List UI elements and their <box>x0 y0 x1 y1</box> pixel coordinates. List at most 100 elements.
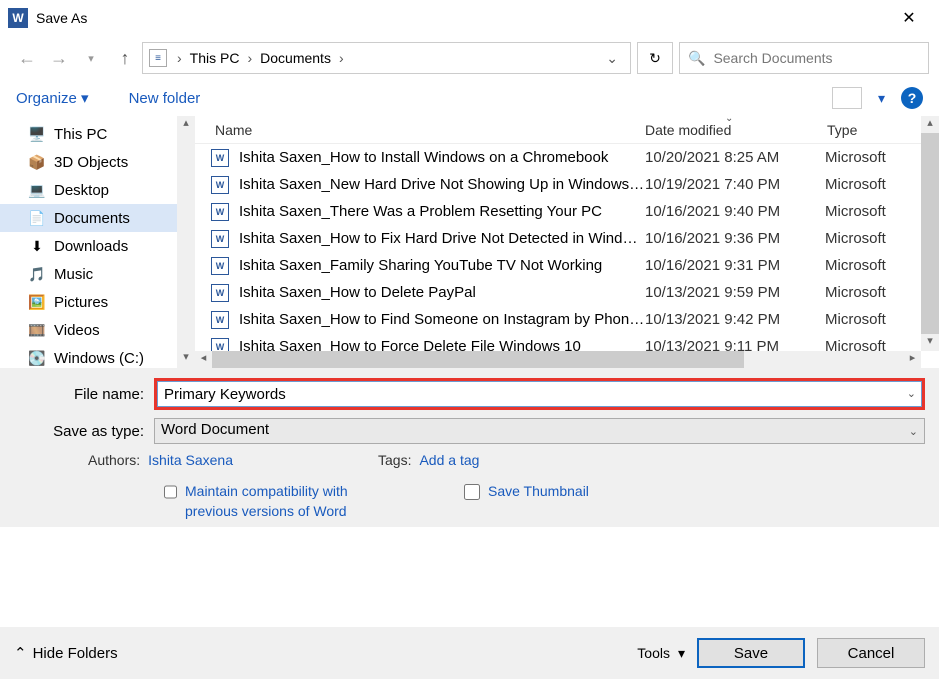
column-type[interactable]: Type <box>827 122 927 138</box>
toolbar: Organize ▾ New folder ▾ ? <box>0 80 939 116</box>
desktop-icon: 💻 <box>28 181 46 199</box>
forward-button: → <box>48 48 70 69</box>
main-area: 🖥️This PC📦3D Objects 💻 Desktop 📄 Documents ⬇D… <box>0 116 939 368</box>
filename-input[interactable] <box>157 381 922 407</box>
sidebar-item-windows-c-[interactable]: 💽 Windows (C:) <box>0 344 195 368</box>
titlebar: W Save As ✕ <box>0 0 939 36</box>
authors-value[interactable]: Ishita Saxena <box>148 452 233 468</box>
save-form: File name: ⌄ Save as type: Word Document… <box>0 368 939 527</box>
navigation-bar: ← → ▾ ↑ ≡ › This PC › Documents › ⌄ ↻ 🔍 … <box>0 36 939 80</box>
search-icon: 🔍 <box>688 50 705 67</box>
sidebar-item-3d-objects[interactable]: 📦3D Objects <box>0 148 195 176</box>
breadcrumb-thispc[interactable]: This PC <box>188 50 242 66</box>
file-row[interactable]: WIshita Saxen_There Was a Problem Resett… <box>195 198 939 225</box>
address-bar[interactable]: ≡ › This PC › Documents › ⌄ <box>142 42 631 74</box>
filename-label: File name: <box>14 386 154 403</box>
refresh-button[interactable]: ↻ <box>637 42 673 74</box>
new-folder-button[interactable]: New folder <box>129 90 201 107</box>
column-date[interactable]: ⌄ Date modified <box>645 122 827 138</box>
sidebar-item-label: Windows (C:) <box>54 350 144 367</box>
column-headers: Name ⌄ Date modified Type <box>195 116 939 144</box>
sidebar-item-pictures[interactable]: 🖼️Pictures <box>0 288 195 316</box>
up-button[interactable]: ↑ <box>114 47 136 69</box>
filename-field-highlight: ⌄ <box>154 378 925 410</box>
savetype-dropdown[interactable]: Word Document ⌄ <box>154 418 925 444</box>
chevron-right-icon[interactable]: › <box>171 50 188 66</box>
maintain-compat-checkbox[interactable] <box>164 484 177 500</box>
file-row[interactable]: WIshita Saxen_How to Find Someone on Ins… <box>195 306 939 333</box>
scroll-down-icon[interactable]: ▾ <box>177 350 195 368</box>
word-doc-icon: W <box>211 311 229 329</box>
scroll-right-icon[interactable]: ▸ <box>904 351 921 368</box>
sidebar-item-label: Desktop <box>54 182 109 199</box>
maintain-compat-label[interactable]: Maintain compatibility with previous ver… <box>185 482 364 521</box>
file-name: Ishita Saxen_How to Install Windows on a… <box>239 149 645 166</box>
address-dropdown-icon[interactable]: ⌄ <box>600 50 624 67</box>
sidebar-item-music[interactable]: 🎵Music <box>0 260 195 288</box>
close-button[interactable]: ✕ <box>887 8 931 28</box>
sidebar-item-label: Documents <box>54 210 130 227</box>
chevron-right-icon[interactable]: › <box>241 50 258 66</box>
file-row[interactable]: WIshita Saxen_How to Install Windows on … <box>195 144 939 171</box>
file-row[interactable]: W Ishita Saxen_Family Sharing YouTube TV … <box>195 252 939 279</box>
file-type: Microsoft <box>825 230 925 247</box>
scroll-up-icon[interactable]: ▴ <box>921 116 939 133</box>
word-doc-icon: W <box>211 230 229 248</box>
word-app-icon: W <box>8 8 28 28</box>
chevron-down-icon: ⌄ <box>909 425 918 438</box>
view-mode-button[interactable] <box>832 87 862 109</box>
file-row[interactable]: W Ishita Saxen_How to Fix Hard Drive Not … <box>195 225 939 252</box>
sidebar-item-downloads[interactable]: ⬇Downloads <box>0 232 195 260</box>
column-name[interactable]: Name <box>195 122 645 138</box>
scroll-thumb[interactable] <box>212 351 744 368</box>
docs-icon: 📄 <box>28 209 46 227</box>
cancel-button[interactable]: Cancel <box>817 638 925 668</box>
help-button[interactable]: ? <box>901 87 923 109</box>
sidebar-item-label: Music <box>54 266 93 283</box>
tags-label: Tags: <box>378 452 411 468</box>
hide-folders-button[interactable]: ⌃ Hide Folders <box>14 644 118 662</box>
search-placeholder: Search Documents <box>713 50 832 66</box>
search-input[interactable]: 🔍 Search Documents <box>679 42 929 74</box>
listing-vscrollbar[interactable]: ▴ ▾ <box>921 116 939 351</box>
pics-icon: 🖼️ <box>28 293 46 311</box>
organize-button[interactable]: Organize ▾ <box>16 89 89 107</box>
file-type: Microsoft <box>825 176 925 193</box>
savetype-label: Save as type: <box>14 423 154 440</box>
word-doc-icon: W <box>211 257 229 275</box>
location-doc-icon: ≡ <box>149 49 167 67</box>
sidebar-scrollbar[interactable]: ▴ ▾ <box>177 116 195 368</box>
file-name: Ishita Saxen_How to Fix Hard Drive Not D… <box>239 230 645 247</box>
sidebar-item-desktop[interactable]: 💻 Desktop <box>0 176 195 204</box>
file-name: Ishita Saxen_Family Sharing YouTube TV N… <box>239 257 645 274</box>
listing-hscrollbar[interactable]: ◂ ▸ <box>195 351 921 368</box>
scroll-left-icon[interactable]: ◂ <box>195 351 212 368</box>
file-name: Ishita Saxen_New Hard Drive Not Showing … <box>239 176 645 193</box>
recent-dropdown[interactable]: ▾ <box>80 52 102 65</box>
sidebar-item-label: This PC <box>54 126 107 143</box>
scroll-up-icon[interactable]: ▴ <box>177 116 195 134</box>
chevron-right-icon[interactable]: › <box>333 50 350 66</box>
save-thumbnail-checkbox[interactable] <box>464 484 480 500</box>
navigation-pane: 🖥️This PC📦3D Objects 💻 Desktop 📄 Documents ⬇D… <box>0 116 195 368</box>
sort-indicator-icon: ⌄ <box>725 113 733 124</box>
tools-dropdown[interactable]: Tools ▾ <box>637 645 685 662</box>
file-date: 10/13/2021 9:42 PM <box>645 311 825 328</box>
sidebar-item-documents[interactable]: 📄 Documents <box>0 204 195 232</box>
sidebar-item-label: 3D Objects <box>54 154 128 171</box>
drive-icon: 💽 <box>28 349 46 367</box>
save-thumbnail-label[interactable]: Save Thumbnail <box>488 482 589 502</box>
file-row[interactable]: WIshita Saxen_How to Delete PayPal10/13/… <box>195 279 939 306</box>
file-listing: Name ⌄ Date modified Type WIshita Saxen_… <box>195 116 939 368</box>
view-mode-dropdown[interactable]: ▾ <box>878 90 885 107</box>
back-button[interactable]: ← <box>16 48 38 69</box>
save-button[interactable]: Save <box>697 638 805 668</box>
sidebar-item-videos[interactable]: 🎞️Videos <box>0 316 195 344</box>
breadcrumb-documents[interactable]: Documents <box>258 50 333 66</box>
tags-add-link[interactable]: Add a tag <box>419 452 479 468</box>
file-date: 10/16/2021 9:40 PM <box>645 203 825 220</box>
scroll-thumb[interactable] <box>921 133 939 334</box>
file-row[interactable]: WIshita Saxen_New Hard Drive Not Showing… <box>195 171 939 198</box>
sidebar-item-this-pc[interactable]: 🖥️This PC <box>0 120 195 148</box>
scroll-down-icon[interactable]: ▾ <box>921 334 939 351</box>
